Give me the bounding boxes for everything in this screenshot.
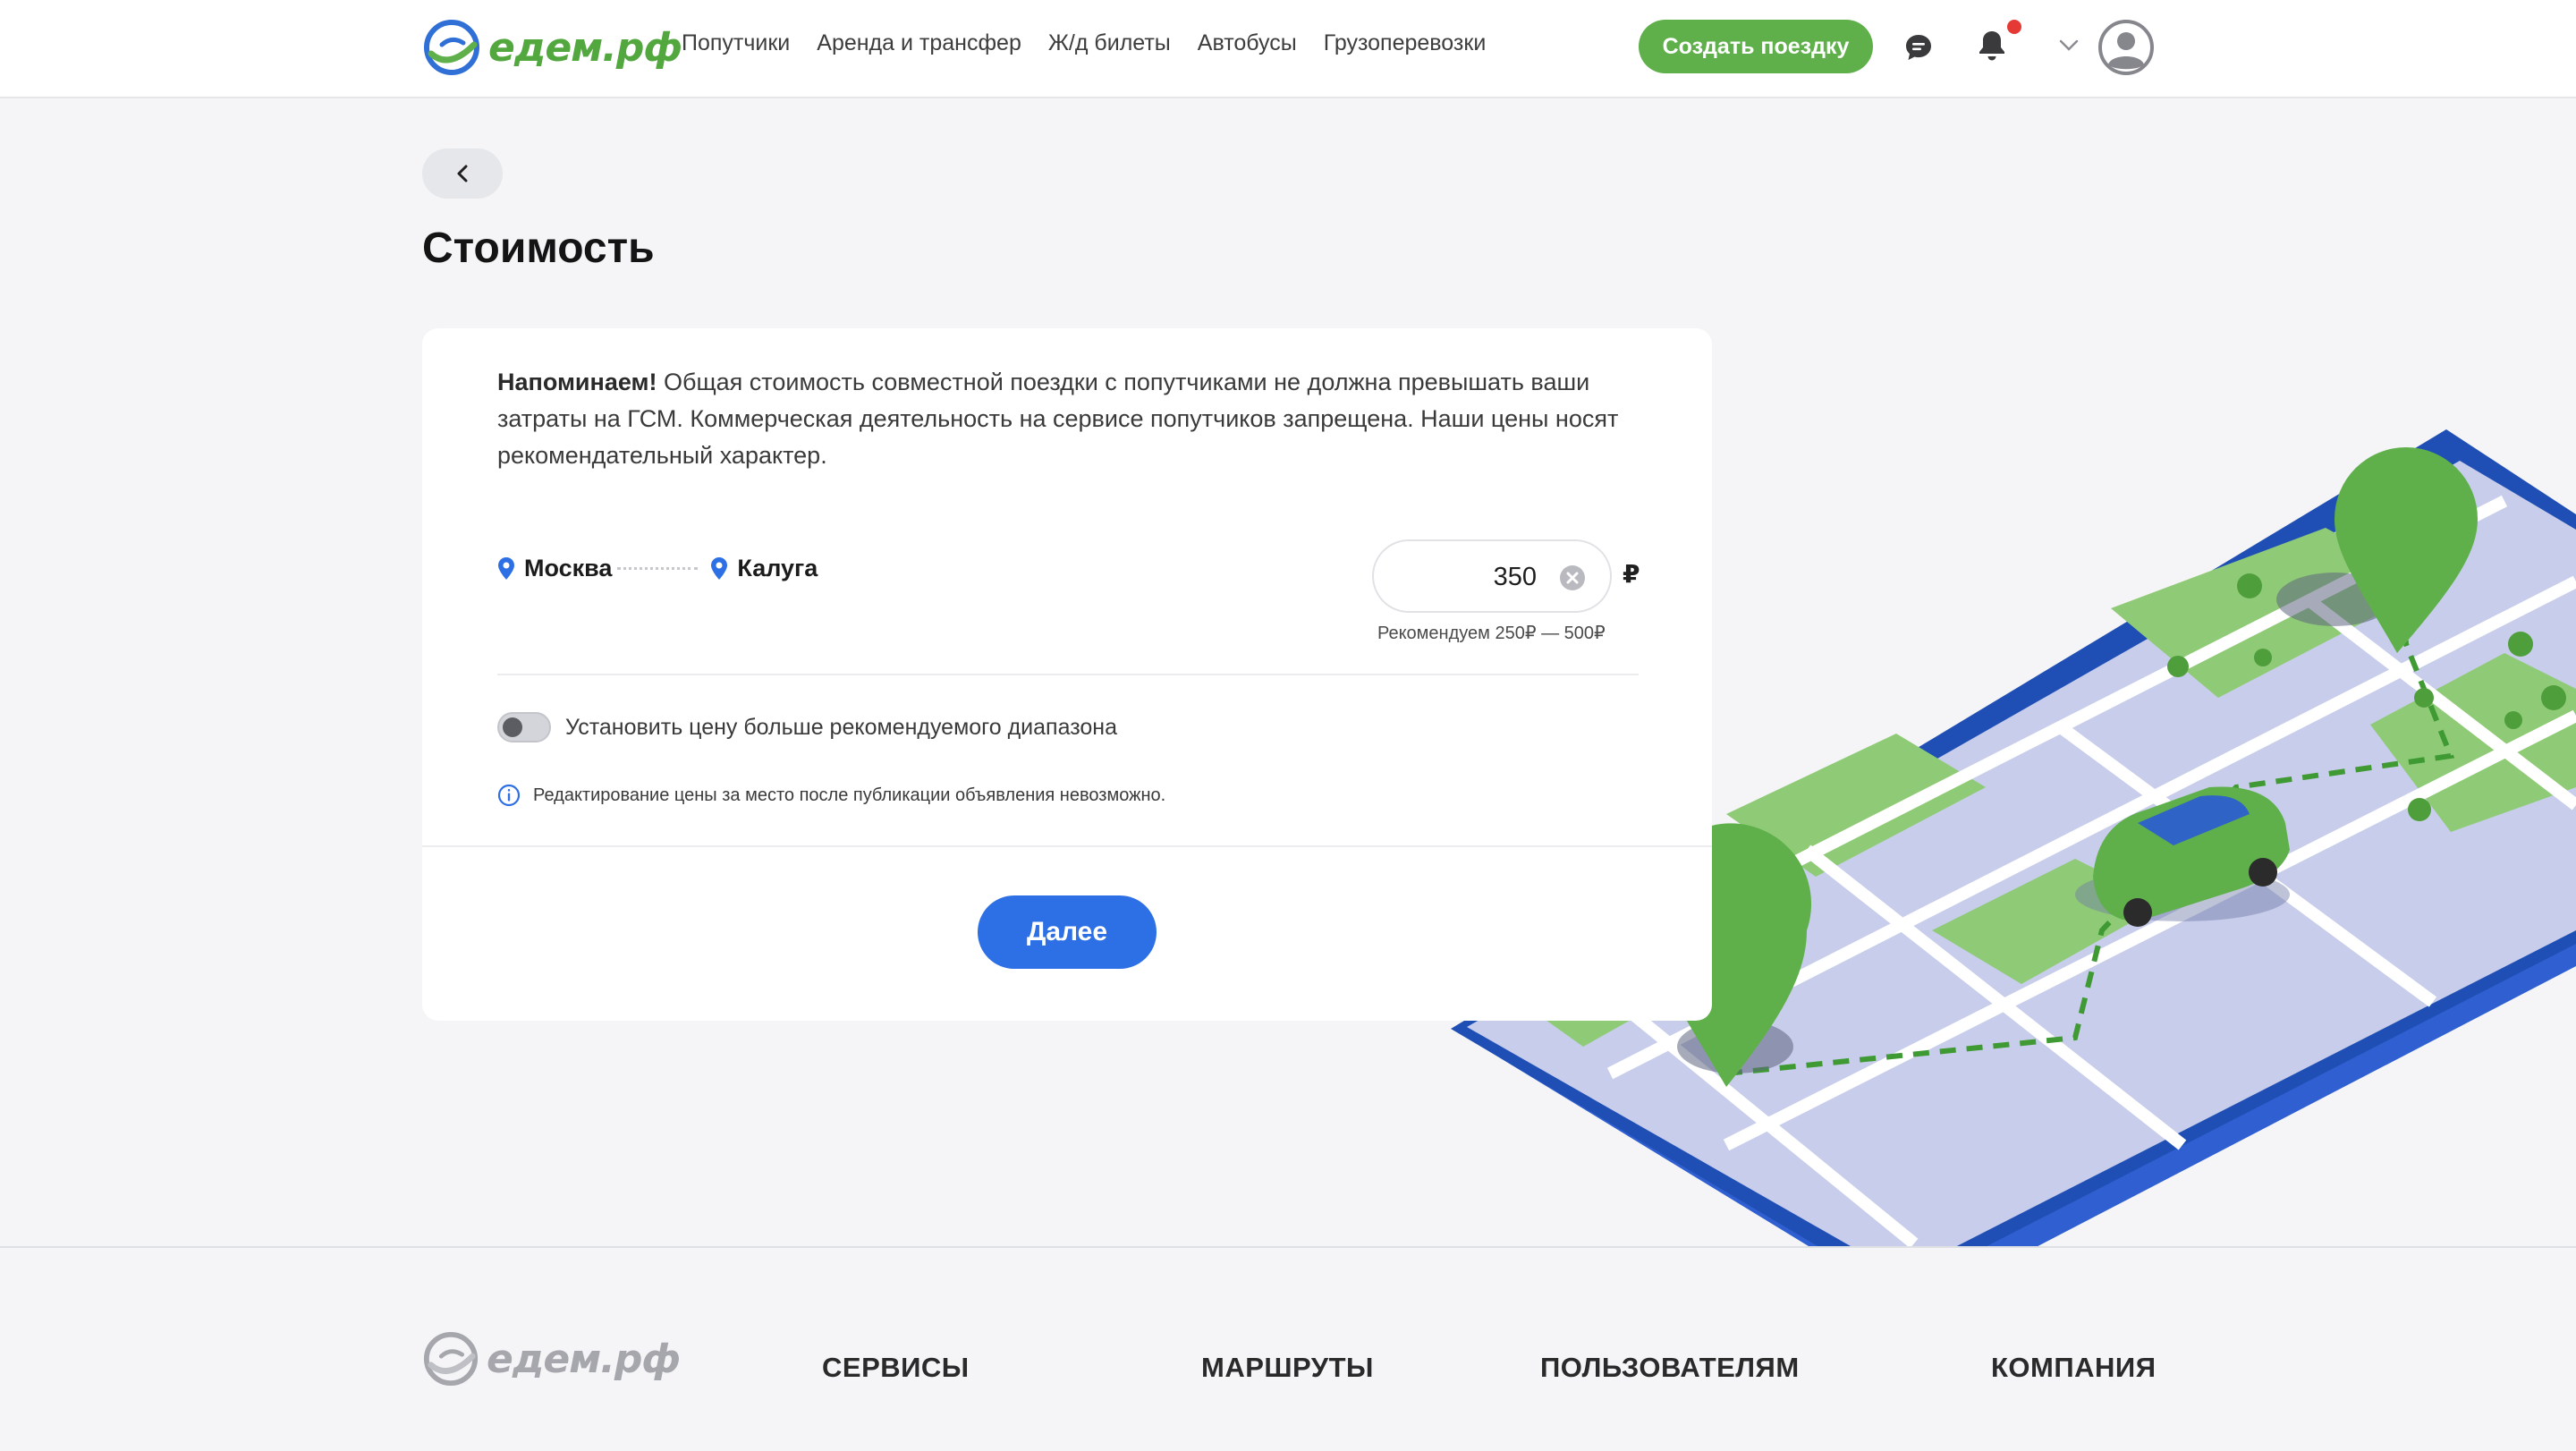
back-button[interactable] xyxy=(422,148,503,199)
price-override-toggle[interactable] xyxy=(497,712,551,742)
currency-symbol: ₽ xyxy=(1623,560,1640,588)
nav-train-tickets[interactable]: Ж/д билеты xyxy=(1048,30,1171,56)
footer-logo-text: едем.рф xyxy=(487,1336,681,1382)
logo-text: едем.рф xyxy=(488,24,682,71)
recommended-range: Рекомендуем 250₽ — 500₽ xyxy=(1377,624,1606,643)
price-notice: Напоминаем! Общая стоимость совместной п… xyxy=(497,364,1651,474)
price-input[interactable]: 350 xyxy=(1372,539,1612,613)
notification-badge xyxy=(2007,20,2021,34)
footer: едем.рф СЕРВИСЫ МАРШРУТЫ ПОЛЬЗОВАТЕЛЯМ К… xyxy=(0,1246,2576,1451)
price-value[interactable]: 350 xyxy=(1494,563,1537,592)
route-dots xyxy=(617,567,699,570)
logo[interactable]: едем.рф xyxy=(422,16,682,79)
chat-icon[interactable] xyxy=(1903,32,1934,63)
next-button[interactable]: Далее xyxy=(978,895,1157,969)
footer-logo[interactable]: едем.рф xyxy=(422,1330,681,1387)
main-nav: Попутчики Аренда и трансфер Ж/д билеты А… xyxy=(682,30,1486,56)
chevron-left-icon xyxy=(457,165,468,182)
nav-buses[interactable]: Автобусы xyxy=(1198,30,1297,56)
logo-icon xyxy=(424,20,479,75)
header: едем.рф Попутчики Аренда и трансфер Ж/д … xyxy=(0,0,2576,98)
toggle-knob xyxy=(503,717,522,737)
avatar-icon[interactable] xyxy=(2098,20,2154,75)
notice-bold: Напоминаем! xyxy=(497,369,657,395)
info-text: Редактирование цены за место после публи… xyxy=(533,785,1166,805)
toggle-label: Установить цену больше рекомендуемого ди… xyxy=(565,715,1118,740)
route: Москва Калуга xyxy=(497,555,818,582)
divider xyxy=(497,674,1639,675)
route-from: Москва xyxy=(524,555,613,581)
chevron-down-icon[interactable] xyxy=(2059,39,2079,52)
footer-users: ПОЛЬЗОВАТЕЛЯМ xyxy=(1540,1352,1800,1383)
notice-text: Общая стоимость совместной поездки с поп… xyxy=(497,369,1619,469)
nav-poputchiki[interactable]: Попутчики xyxy=(682,30,790,56)
info-icon xyxy=(497,784,521,807)
location-pin-icon xyxy=(498,556,514,580)
page-title: Стоимость xyxy=(422,225,655,272)
price-card: Напоминаем! Общая стоимость совместной п… xyxy=(422,328,1712,1021)
route-to: Калуга xyxy=(737,555,818,581)
location-pin-icon xyxy=(711,556,728,580)
footer-services: СЕРВИСЫ xyxy=(822,1352,970,1383)
footer-company: КОМПАНИЯ xyxy=(1991,1352,2157,1383)
nav-rent-transfer[interactable]: Аренда и трансфер xyxy=(817,30,1021,56)
logo-icon xyxy=(423,1331,479,1387)
bell-icon[interactable] xyxy=(1977,29,2007,63)
create-trip-button[interactable]: Создать поездку xyxy=(1639,20,1873,73)
divider xyxy=(422,845,1712,847)
clear-icon[interactable] xyxy=(1558,564,1587,592)
footer-routes: МАРШРУТЫ xyxy=(1201,1352,1374,1383)
nav-cargo[interactable]: Грузоперевозки xyxy=(1324,30,1487,56)
